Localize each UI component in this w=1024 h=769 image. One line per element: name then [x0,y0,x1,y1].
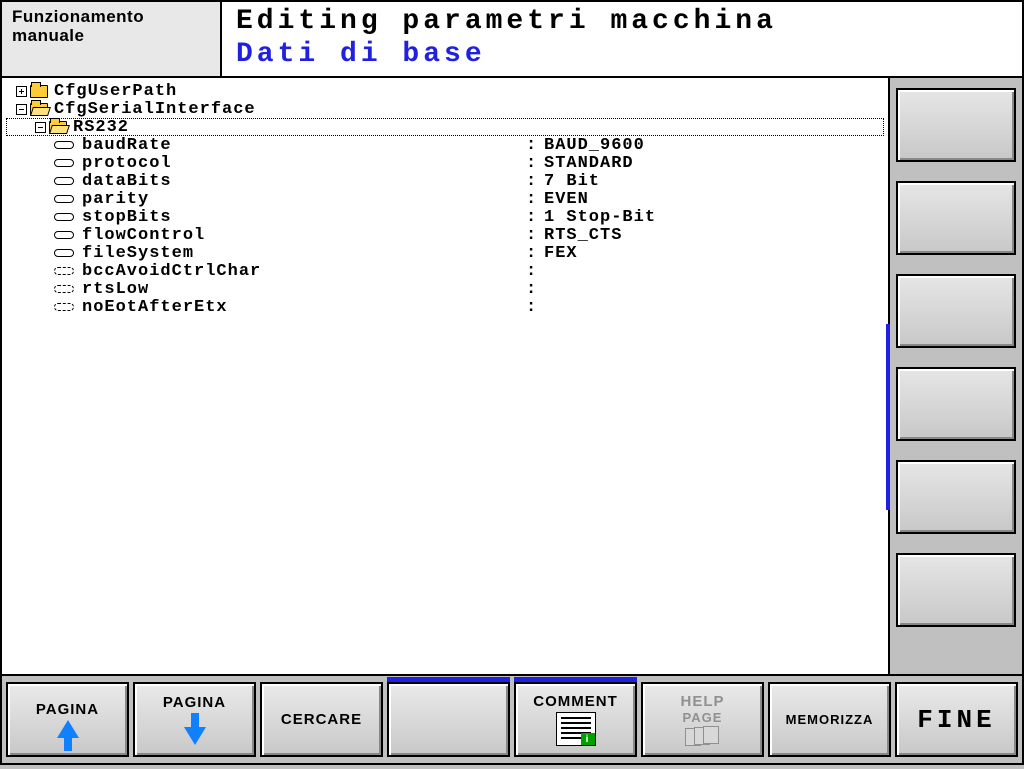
param-row-flowControl[interactable]: flowControl:RTS_CTS [6,226,884,244]
param-row-stopBits[interactable]: stopBits:1 Stop-Bit [6,208,884,226]
param-row-dataBits[interactable]: dataBits:7 Bit [6,172,884,190]
tree-node-CfgUserPath[interactable]: CfgUserPath [6,82,884,100]
param-value [544,280,884,299]
arrow-up-icon [57,720,79,738]
tree-node-label: CfgSerialInterface [54,100,256,119]
arrow-down-icon [184,727,206,745]
param-name: noEotAfterEtx [82,298,228,317]
param-value [544,298,884,317]
softkey-label: MEMORIZZA [786,712,874,727]
page-title: Editing parametri macchina [236,6,1008,37]
param-separator: : [526,190,544,209]
param-name: rtsLow [82,280,149,299]
softkey-label: FINE [917,705,995,735]
param-value: RTS_CTS [544,226,884,245]
param-separator: : [526,262,544,281]
param-value: STANDARD [544,154,884,173]
parameter-tree[interactable]: CfgUserPathCfgSerialInterfaceRS232baudRa… [0,78,888,676]
param-icon [54,267,74,275]
param-value: BAUD_9600 [544,136,884,155]
softkey-search[interactable]: CERCARE [260,682,383,757]
param-row-baudRate[interactable]: baudRate:BAUD_9600 [6,136,884,154]
param-separator: : [526,226,544,245]
param-value: 1 Stop-Bit [544,208,884,227]
softkey-label: COMMENT [533,693,618,710]
param-row-protocol[interactable]: protocol:STANDARD [6,154,884,172]
comment-icon [556,712,596,746]
collapse-icon[interactable] [16,104,27,115]
side-button-6[interactable] [896,553,1016,627]
param-icon [54,285,74,293]
param-name: parity [82,190,149,209]
expand-icon[interactable] [16,86,27,97]
param-icon [54,195,74,203]
param-separator: : [526,172,544,191]
softkey-label-2: PAGE [683,710,723,725]
param-row-noEotAfterEtx[interactable]: noEotAfterEtx: [6,298,884,316]
param-separator: : [526,280,544,299]
page-subtitle: Dati di base [236,39,1008,70]
softkey-bar: PAGINA PAGINA CERCARE COMMENT HELP PAGE … [0,676,1024,765]
param-separator: : [526,244,544,263]
mode-label: Funzionamentomanuale [2,2,222,76]
param-value: 7 Bit [544,172,884,191]
param-icon [54,177,74,185]
softkey-label: PAGINA [163,694,226,711]
softkey-label: PAGINA [36,701,99,718]
param-icon [54,231,74,239]
softkey-page-up[interactable]: PAGINA [6,682,129,757]
side-button-2[interactable] [896,181,1016,255]
vertical-softkeys [888,78,1024,676]
param-name: bccAvoidCtrlChar [82,262,261,281]
param-value [544,262,884,281]
param-row-rtsLow[interactable]: rtsLow: [6,280,884,298]
param-value: EVEN [544,190,884,209]
side-button-5[interactable] [896,460,1016,534]
param-separator: : [526,298,544,317]
param-name: fileSystem [82,244,194,263]
side-button-1[interactable] [896,88,1016,162]
folder-icon [30,85,48,98]
title-box: Editing parametri macchina Dati di base [222,2,1022,76]
softkey-page-down[interactable]: PAGINA [133,682,256,757]
param-row-bccAvoidCtrlChar[interactable]: bccAvoidCtrlChar: [6,262,884,280]
param-row-parity[interactable]: parity:EVEN [6,190,884,208]
param-separator: : [526,208,544,227]
softkey-label: CERCARE [281,711,362,728]
param-value: FEX [544,244,884,263]
folder-icon [49,121,67,134]
softkey-empty-highlight[interactable] [387,682,510,757]
param-name: baudRate [82,136,172,155]
scrollbar-indicator[interactable] [886,324,890,510]
param-name: flowControl [82,226,205,245]
param-separator: : [526,154,544,173]
param-name: stopBits [82,208,172,227]
tree-node-RS232[interactable]: RS232 [6,118,884,136]
tree-node-CfgSerialInterface[interactable]: CfgSerialInterface [6,100,884,118]
softkey-help[interactable]: HELP PAGE [641,682,764,757]
pages-icon [685,726,721,746]
side-button-4[interactable] [896,367,1016,441]
param-icon [54,249,74,257]
param-separator: : [526,136,544,155]
param-name: protocol [82,154,172,173]
softkey-comment[interactable]: COMMENT [514,682,637,757]
tree-node-label: CfgUserPath [54,82,177,101]
param-icon [54,141,74,149]
tree-node-label: RS232 [73,118,129,137]
param-icon [54,213,74,221]
softkey-store[interactable]: MEMORIZZA [768,682,891,757]
softkey-fine[interactable]: FINE [895,682,1018,757]
collapse-icon[interactable] [35,122,46,133]
param-row-fileSystem[interactable]: fileSystem:FEX [6,244,884,262]
folder-icon [30,103,48,116]
param-icon [54,303,74,311]
side-button-3[interactable] [896,274,1016,348]
param-icon [54,159,74,167]
param-name: dataBits [82,172,172,191]
softkey-label: HELP [680,693,724,710]
